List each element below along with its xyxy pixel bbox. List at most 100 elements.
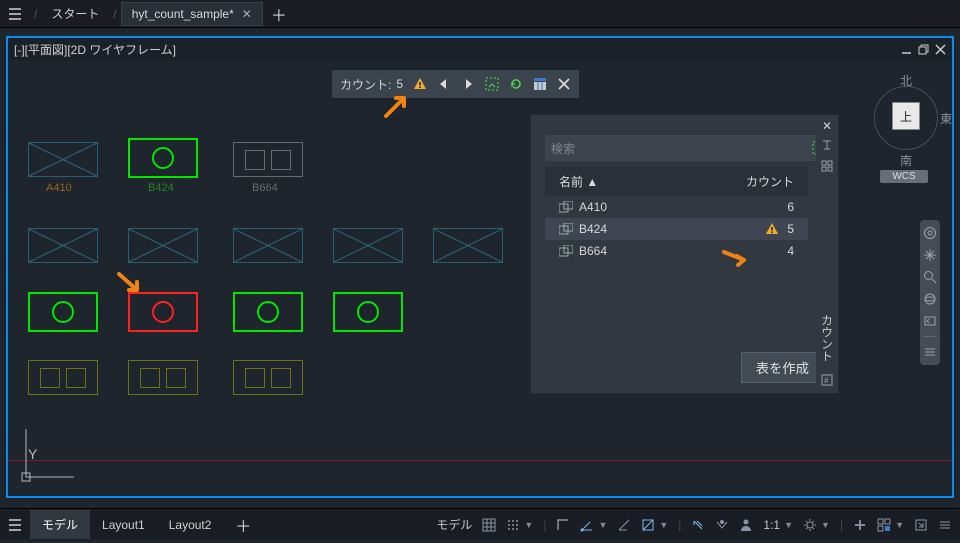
snap-dots-icon[interactable]: [506, 518, 520, 532]
warning-icon: [765, 222, 779, 236]
orbit-icon[interactable]: [923, 292, 937, 306]
tab-model[interactable]: モデル: [30, 510, 90, 539]
block-circle[interactable]: [28, 292, 98, 332]
direction-east[interactable]: 東: [940, 110, 952, 127]
separator: /: [30, 7, 41, 21]
block-circle[interactable]: [233, 292, 303, 332]
row-b664[interactable]: B664 4: [545, 240, 808, 262]
row-name: B424: [579, 222, 607, 236]
palette-footer: 表を作成: [531, 342, 838, 393]
polar-icon[interactable]: [580, 518, 594, 532]
tab-layout2[interactable]: Layout2: [157, 512, 224, 538]
palette-header[interactable]: 名前 ▲ カウント: [545, 167, 808, 196]
tab-close-icon[interactable]: ✕: [242, 7, 252, 21]
tab-new-button[interactable]: ＋: [271, 2, 287, 26]
close-toolbar-icon[interactable]: [557, 77, 571, 91]
block-b424[interactable]: [128, 138, 198, 178]
settings-icon[interactable]: [923, 345, 937, 359]
minimize-icon[interactable]: [901, 44, 912, 55]
separator: /: [109, 7, 120, 21]
block-x[interactable]: [233, 228, 303, 263]
direction-north[interactable]: 北: [900, 72, 912, 89]
warning-icon: [413, 77, 427, 91]
block-b664[interactable]: [233, 142, 303, 177]
block-x[interactable]: [333, 228, 403, 263]
row-b424[interactable]: B424 5: [545, 218, 808, 240]
refresh-icon[interactable]: [509, 77, 523, 91]
row-a410[interactable]: A410 6: [545, 196, 808, 218]
isolate-icon[interactable]: [877, 518, 891, 532]
separator: [923, 336, 937, 337]
gear-icon[interactable]: [803, 518, 817, 532]
restore-icon[interactable]: [918, 44, 929, 55]
search-placeholder: 検索: [551, 140, 575, 157]
wheel-icon[interactable]: [923, 226, 937, 240]
viewcube-top[interactable]: 上: [892, 102, 920, 130]
block-a410[interactable]: [28, 142, 98, 177]
select-zone-icon[interactable]: [485, 77, 499, 91]
ortho-icon[interactable]: [556, 518, 570, 532]
nav-bar: [920, 220, 940, 365]
person-icon[interactable]: [739, 518, 753, 532]
count-toolbar: カウント: 5: [332, 70, 579, 98]
callout-arrow: [382, 90, 412, 123]
palette-content: 検索 名前 ▲ カウント A410 6 B424 5 B664 4: [531, 115, 838, 393]
anno-icon[interactable]: [691, 518, 705, 532]
pan-icon[interactable]: [923, 248, 937, 262]
palette-sidebar: ✕ カウント #: [816, 115, 838, 393]
count-palette: 検索 名前 ▲ カウント A410 6 B424 5 B664 4: [530, 114, 839, 394]
customize-icon[interactable]: [938, 518, 952, 532]
block-dbl[interactable]: [128, 360, 198, 395]
view-cube[interactable]: 北 東 南 上 WCS: [866, 70, 946, 170]
prev-button[interactable]: [437, 77, 451, 91]
palette-title: カウント: [819, 314, 836, 362]
block-label: A410: [46, 182, 72, 194]
next-button[interactable]: [461, 77, 475, 91]
tab-add-button[interactable]: ＋: [223, 507, 263, 543]
row-count: 6: [787, 200, 794, 214]
create-table-button[interactable]: 表を作成: [741, 352, 824, 383]
col-name[interactable]: 名前 ▲: [559, 173, 598, 190]
row-count: 4: [787, 244, 794, 258]
block-x[interactable]: [128, 228, 198, 263]
callout-arrow: [720, 244, 750, 277]
palette-expand-icon[interactable]: #: [821, 374, 833, 389]
table-icon[interactable]: [533, 77, 547, 91]
search-box[interactable]: 検索: [545, 135, 832, 161]
tab-layout1[interactable]: Layout1: [90, 512, 157, 538]
wcs-badge[interactable]: WCS: [880, 170, 928, 183]
rewind-icon[interactable]: [923, 314, 937, 328]
block-circle[interactable]: [333, 292, 403, 332]
col-count[interactable]: カウント: [746, 173, 794, 190]
title-bar: / スタート / hyt_count_sample* ✕ ＋: [0, 0, 960, 28]
block-dbl[interactable]: [28, 360, 98, 395]
block-icon: [559, 223, 573, 235]
count-value: 5: [396, 77, 403, 91]
row-name: A410: [579, 200, 607, 214]
row-name: B664: [579, 244, 607, 258]
palette-dock-icon[interactable]: [821, 160, 833, 175]
plus-icon[interactable]: [853, 518, 867, 532]
row-count: 5: [787, 222, 794, 236]
block-x[interactable]: [433, 228, 503, 263]
menu-button[interactable]: [0, 6, 30, 22]
osnap-icon[interactable]: [641, 518, 655, 532]
block-label: B664: [252, 182, 278, 194]
palette-close-icon[interactable]: ✕: [822, 119, 832, 133]
tab-file[interactable]: hyt_count_sample* ✕: [121, 2, 263, 26]
block-dbl[interactable]: [233, 360, 303, 395]
block-x[interactable]: [28, 228, 98, 263]
block-label: B424: [148, 182, 174, 194]
close-icon[interactable]: [935, 44, 946, 55]
scale-label[interactable]: 1:1: [763, 518, 780, 532]
space-label[interactable]: モデル: [436, 516, 472, 533]
palette-pin-icon[interactable]: [821, 139, 833, 154]
grid-icon[interactable]: [482, 518, 496, 532]
zoom-icon[interactable]: [923, 270, 937, 284]
tab-start[interactable]: スタート: [41, 1, 109, 26]
layout-list-button[interactable]: [0, 509, 30, 541]
expand-icon[interactable]: [914, 518, 928, 532]
anno-vis-icon[interactable]: [715, 518, 729, 532]
angle-icon[interactable]: [617, 518, 631, 532]
direction-south[interactable]: 南: [900, 152, 912, 169]
